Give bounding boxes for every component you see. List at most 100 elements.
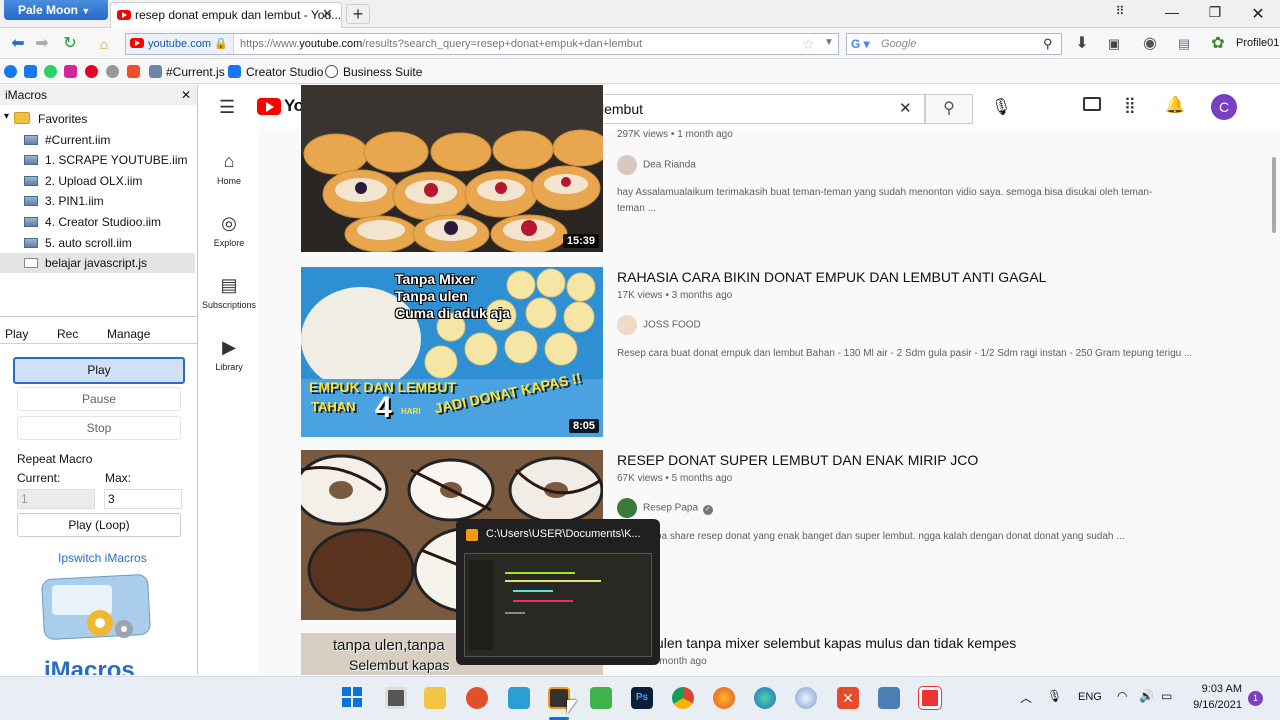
start-windows-icon[interactable] <box>342 687 362 707</box>
avatar[interactable]: C <box>1211 94 1237 120</box>
clear-search-icon[interactable]: ✕ <box>899 99 912 117</box>
notification-badge[interactable]: 1 <box>1248 691 1263 706</box>
back-arrow-icon[interactable]: ⬅ <box>8 34 28 54</box>
tree-item[interactable]: 2. Upload OLX.iim <box>0 171 195 191</box>
pale-moon-icon[interactable] <box>795 687 817 709</box>
notepad-icon[interactable] <box>508 687 530 709</box>
taskbar-window-preview[interactable]: C:\Users\USER\Documents\K... <box>456 519 660 665</box>
reload-icon[interactable]: ↻ <box>60 34 80 54</box>
tab-rec[interactable]: Rec <box>57 327 78 341</box>
tree-item[interactable]: #Current.iim <box>0 130 195 150</box>
image-viewer-icon[interactable] <box>878 687 900 709</box>
restore-button[interactable]: ❐ <box>1203 4 1227 24</box>
pause-button[interactable]: Pause <box>17 387 181 411</box>
browser-tab-active[interactable]: resep donat empuk dan lembut - You... <box>110 2 342 28</box>
video-thumbnail[interactable]: 15:39 <box>301 85 603 252</box>
edge-icon[interactable] <box>754 687 776 709</box>
video-title[interactable]: RAHASIA CARA BIKIN DONAT EMPUK DAN LEMBU… <box>617 269 1046 285</box>
create-video-icon[interactable] <box>1083 97 1101 111</box>
home-icon[interactable]: ⌂ <box>94 34 114 54</box>
search-bar[interactable]: G ▾ Google ⚲ <box>846 33 1062 55</box>
shopee-icon[interactable] <box>127 65 140 78</box>
xampp-icon[interactable]: ✕ <box>837 687 859 709</box>
tree-item[interactable]: 4. Creator Studioo.iim <box>0 212 195 232</box>
new-tab-button[interactable]: + <box>346 4 370 24</box>
apps-icon[interactable]: ⣿ <box>1124 95 1136 115</box>
app-red-icon[interactable] <box>918 686 942 710</box>
max-field[interactable]: 3 <box>104 489 182 509</box>
firefox-icon[interactable] <box>713 687 735 709</box>
menu-icon[interactable]: ☰ <box>219 97 235 118</box>
imacros-close-icon[interactable]: ✕ <box>181 88 191 102</box>
stop-button[interactable]: Stop <box>17 416 181 440</box>
clock-time[interactable]: 9:03 AM <box>1196 683 1242 695</box>
tree-item-selected[interactable]: belajar javascript.js <box>0 253 195 273</box>
task-view-icon[interactable] <box>385 687 407 709</box>
sidebar-item-home[interactable]: ⌂ Home <box>199 151 259 186</box>
video-title[interactable]: tanpa ulen tanpa mixer selembut kapas mu… <box>617 635 1016 651</box>
volume-icon[interactable]: 🔊 <box>1139 689 1154 703</box>
wifi-icon[interactable]: ◠ <box>1117 689 1127 703</box>
bookmark-current-js[interactable]: #Current.js <box>166 65 225 79</box>
address-bar[interactable]: youtube.com 🔒 https://www.youtube.com/re… <box>125 33 839 55</box>
screenshot-icon[interactable]: ▣ <box>1104 34 1124 54</box>
camtasia-icon[interactable] <box>590 687 612 709</box>
bookmark-creator-studio[interactable]: Creator Studio <box>246 65 323 79</box>
play-button[interactable]: Play <box>13 357 185 384</box>
tray-chevron-icon[interactable]: ︿ <box>1020 689 1032 706</box>
clock-date[interactable]: 9/16/2021 <box>1190 699 1242 711</box>
microphone-icon[interactable]: 🎙 <box>991 97 1011 117</box>
channel-link[interactable]: JOSS FOOD <box>617 315 701 335</box>
app-icon[interactable] <box>466 687 488 709</box>
facebook-icon[interactable] <box>4 65 17 78</box>
pinterest-icon[interactable] <box>85 65 98 78</box>
profile-switcher-icon[interactable]: ✿ <box>1208 34 1228 54</box>
macro-bookmark-icon[interactable] <box>149 65 162 78</box>
sidebar-item-explore[interactable]: ◎ Explore <box>199 213 259 248</box>
photoshop-icon[interactable]: Ps <box>631 687 653 709</box>
whatsapp-icon[interactable] <box>44 65 57 78</box>
tab-manage[interactable]: Manage <box>107 327 150 341</box>
channel-link[interactable]: Dea Rianda <box>617 155 696 175</box>
battery-icon[interactable]: ▭ <box>1161 689 1172 703</box>
account-icon[interactable]: ◉ <box>1140 34 1160 54</box>
sidebar-item-subscriptions[interactable]: ▤ Subscriptions <box>199 275 259 310</box>
video-title[interactable]: RESEP DONAT SUPER LEMBUT DAN ENAK MIRIP … <box>617 452 978 468</box>
profile-name[interactable]: Profile01 <box>1236 37 1279 49</box>
ipswitch-link[interactable]: Ipswitch iMacros <box>58 551 147 565</box>
tree-item[interactable]: 1. SCRAPE YOUTUBE.iim <box>0 150 195 170</box>
window-close-button[interactable]: ✕ <box>1246 4 1270 24</box>
notifications-bell-icon[interactable]: 🔔 <box>1165 95 1185 115</box>
url-dropdown-icon[interactable]: ▼ <box>824 37 834 48</box>
tree-item[interactable]: 3. PIN1.iim <box>0 191 195 211</box>
download-icon[interactable]: ⬇ <box>1072 34 1092 54</box>
youtube-search-button[interactable]: ⚲ <box>925 94 973 124</box>
chrome-icon[interactable] <box>672 687 694 709</box>
channel-link[interactable]: Resep Papa ✓ <box>617 498 713 518</box>
tab-close-icon[interactable]: ✕ <box>322 6 333 22</box>
minimize-button[interactable]: — <box>1160 4 1184 24</box>
imacros-toolbar-icon[interactable]: ▤ <box>1174 34 1194 54</box>
tab-play[interactable]: Play <box>0 323 52 345</box>
collapse-icon[interactable]: ▾ <box>4 111 9 122</box>
forward-arrow-icon[interactable]: ➡ <box>32 34 52 54</box>
play-loop-button[interactable]: Play (Loop) <box>17 513 181 537</box>
sidebar-item-library[interactable]: ▶ Library <box>199 337 259 372</box>
instagram-icon[interactable] <box>64 65 77 78</box>
facebook-page-icon[interactable] <box>24 65 37 78</box>
page-scrollbar[interactable] <box>1272 157 1276 233</box>
search-icon[interactable]: ⚲ <box>1043 36 1053 52</box>
settings-bookmark-icon[interactable] <box>106 65 119 78</box>
site-identity-button[interactable]: youtube.com 🔒 <box>126 34 234 54</box>
app-menu-button[interactable]: Pale Moon ▼ <box>4 0 108 20</box>
video-thumbnail[interactable]: Tanpa Mixer Tanpa ulen Cuma di aduk aja … <box>301 267 603 437</box>
tab-grid-icon[interactable]: ⠿ <box>1108 4 1132 24</box>
youtube-logo-icon[interactable] <box>257 98 281 115</box>
tree-item[interactable]: 5. auto scroll.iim <box>0 233 195 253</box>
tray-mic-icon[interactable]: 🎙 <box>1047 689 1062 703</box>
tree-folder-favorites[interactable]: ▾ Favorites <box>0 109 195 129</box>
bookmark-business-suite[interactable]: Business Suite <box>343 65 422 79</box>
file-explorer-icon[interactable] <box>424 687 446 709</box>
bookmark-star-icon[interactable]: ☆ <box>802 36 815 53</box>
language-indicator[interactable]: ENG <box>1078 691 1102 703</box>
